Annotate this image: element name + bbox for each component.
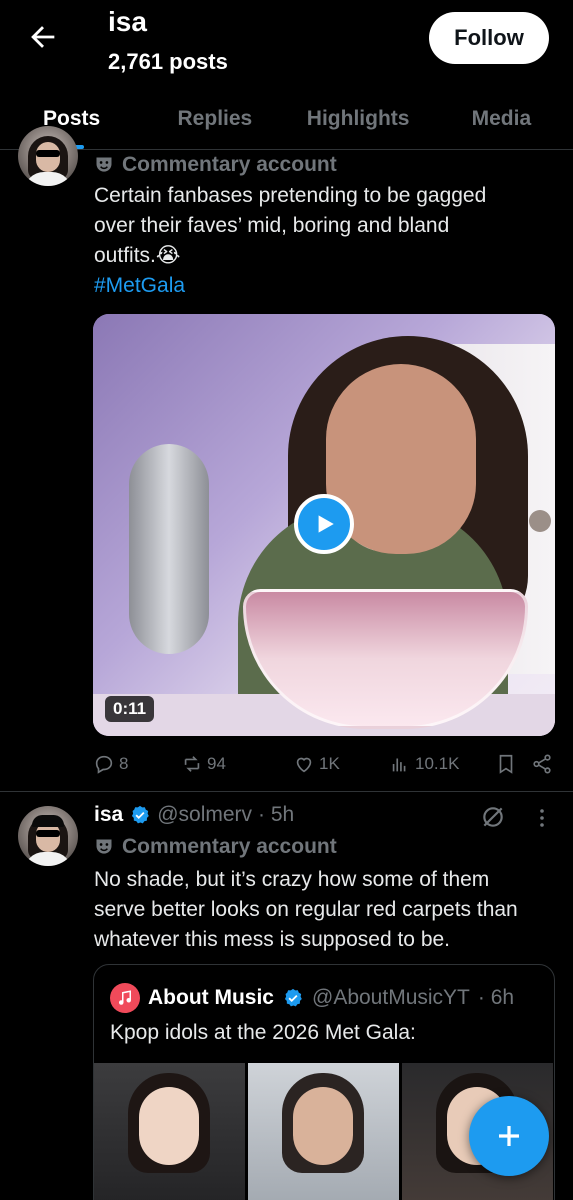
views-icon [392,758,406,772]
heart-icon [296,757,312,773]
avatar[interactable] [18,126,78,186]
follow-button[interactable]: Follow [429,12,549,64]
view-count: 10.1K [415,754,460,773]
repost-icon [184,756,200,772]
repost-count: 94 [207,754,226,773]
posts-count: 2,761 posts [108,49,228,74]
video-player[interactable]: 0:11 [93,314,555,736]
video-duration: 0:11 [105,696,155,722]
commentary-badge-label: Commentary account [122,835,337,858]
play-icon[interactable] [294,494,354,554]
commentary-badge: Commentary account [94,153,554,177]
reply-count: 8 [119,754,129,773]
verified-badge-icon [284,988,302,1007]
plus-icon [499,1126,519,1146]
views-button[interactable]: 10.1K [389,753,495,775]
post-text-line: No shade, but it’s crazy how some of the… [94,868,490,891]
music-note-icon [110,983,140,1013]
theater-mask-icon [96,839,112,854]
like-count: 1K [319,754,340,773]
avatar[interactable] [18,806,78,866]
post-1: Commentary account Certain fanbases pret… [94,153,554,301]
quoted-post-time: · 6h [477,986,515,1009]
grok-icon[interactable] [480,804,506,830]
repost-button[interactable]: 94 [181,753,293,775]
post-text-line: Certain fanbases pretending to be gagged [94,184,487,207]
profile-name: isa [108,6,147,37]
verified-badge-icon [132,805,150,824]
post-actions: 8 94 1K 10.1K [93,750,553,778]
theater-mask-icon [96,157,112,172]
quoted-author-name: About Music [148,986,274,1009]
tab-media[interactable]: Media [430,88,573,149]
profile-header: isa 2,761 posts Follow [0,0,573,88]
tab-replies[interactable]: Replies [143,88,286,149]
post-text-line: over their faves’ mid, boring and bland [94,214,450,237]
commentary-badge: Commentary account [94,835,554,859]
post-time: · 5h [258,803,295,826]
divider [0,791,573,792]
commentary-badge-label: Commentary account [122,153,337,176]
hashtag-link[interactable]: #MetGala [94,271,554,301]
post-text-line: outfits.😭 [94,244,181,267]
post-text-line: whatever this mess is supposed to be. [94,928,451,951]
bookmark-icon[interactable] [495,753,517,775]
quoted-image[interactable] [94,1063,245,1200]
back-arrow-icon[interactable] [26,20,60,54]
reply-button[interactable]: 8 [93,753,181,775]
quoted-author-handle: @AboutMusicYT [312,986,470,1009]
like-button[interactable]: 1K [293,753,389,775]
reply-icon [95,755,113,774]
more-options-icon[interactable] [530,806,554,830]
quoted-author-line: About Music @AboutMusicYT · 6h [110,983,514,1013]
share-icon[interactable] [531,753,553,775]
compose-post-button[interactable] [469,1096,549,1176]
author-handle[interactable]: @solmerv [157,803,252,827]
quoted-post-text: Kpop idols at the 2026 Met Gala: [110,1021,416,1044]
quoted-image[interactable] [248,1063,399,1200]
author-name[interactable]: isa [94,803,123,827]
profile-tabs: Posts Replies Highlights Media [0,88,573,150]
tab-highlights[interactable]: Highlights [287,88,430,149]
post-text-line: serve better looks on regular red carpet… [94,898,518,921]
